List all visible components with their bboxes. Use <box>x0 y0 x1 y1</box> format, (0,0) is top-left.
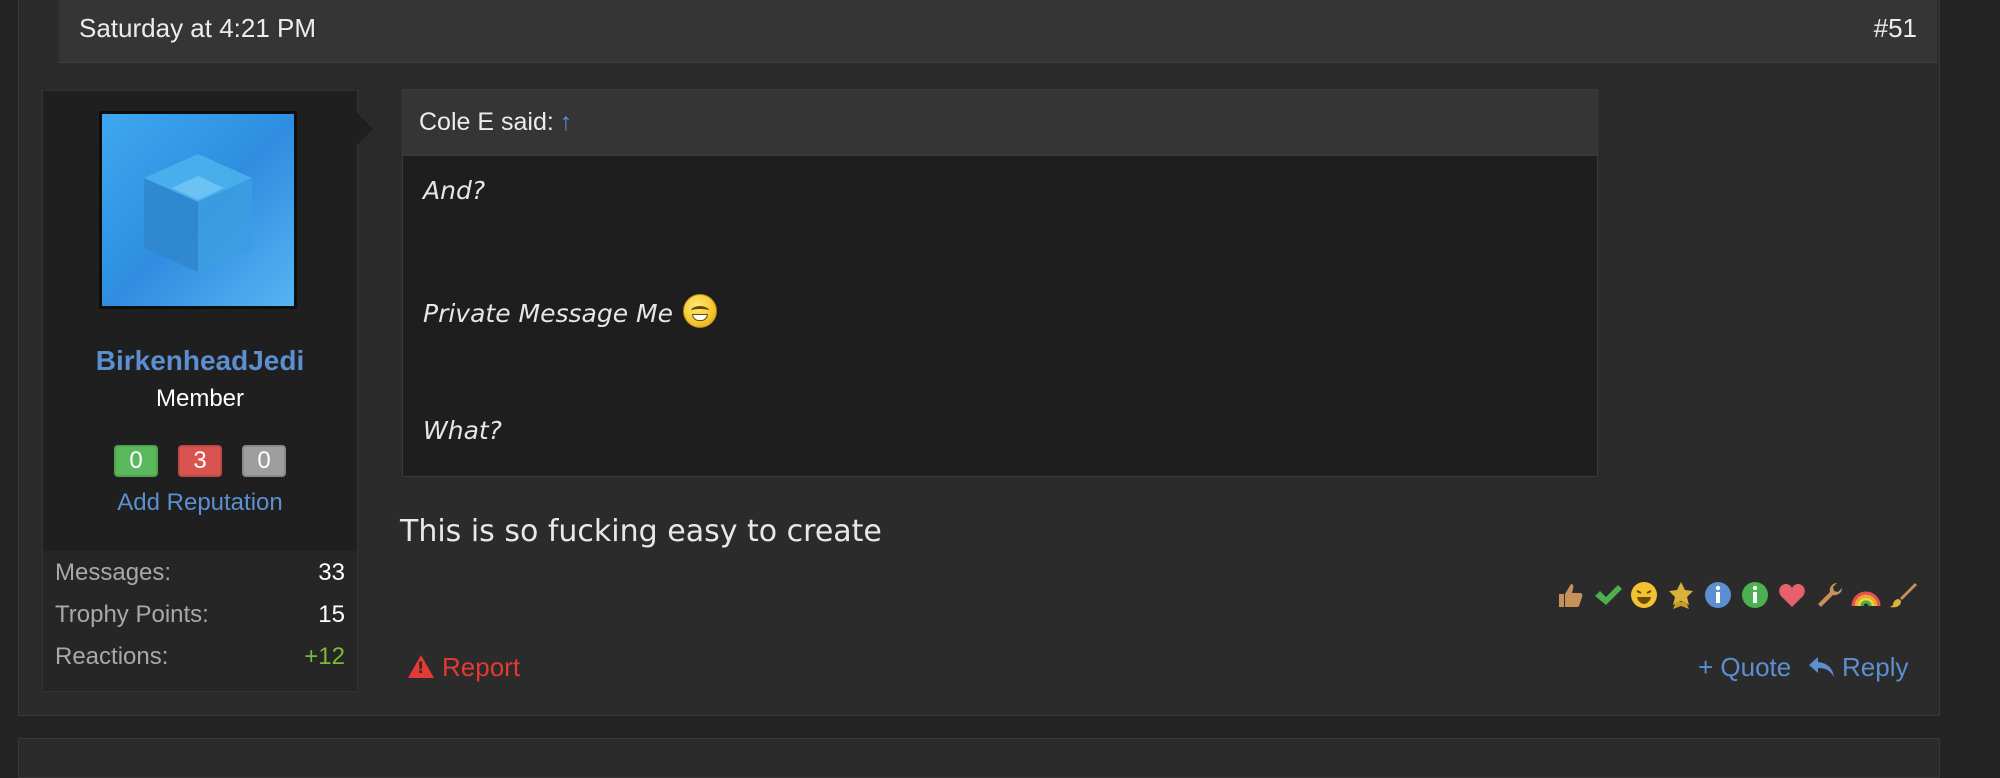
add-reputation-link[interactable]: Add Reputation <box>43 489 357 517</box>
report-label: Report <box>442 652 521 682</box>
stat-value: +12 <box>304 643 345 670</box>
reputation-neutral: 0 <box>242 445 286 477</box>
stat-label: Messages: <box>55 559 172 586</box>
post-message-body: This is so fucking easy to create <box>400 514 882 549</box>
laugh-icon[interactable] <box>1629 580 1659 610</box>
stat-label: Trophy Points: <box>55 601 209 628</box>
rainbow-icon[interactable] <box>1851 580 1881 610</box>
avatar[interactable] <box>99 111 297 309</box>
stat-messages: Messages: 33 <box>43 551 357 593</box>
reply-label: Reply <box>1842 652 1909 682</box>
reputation-negative: 3 <box>178 445 222 477</box>
report-button[interactable]: Report <box>408 652 520 683</box>
warning-icon <box>408 655 434 678</box>
user-stats: Messages: 33 Trophy Points: 15 Reactions… <box>43 551 357 677</box>
username[interactable]: BirkenheadJedi <box>43 345 357 377</box>
user-profile-block: BirkenheadJedi Member 0 3 0 Add Reputati… <box>43 91 357 551</box>
stat-reactions: Reactions: +12 <box>43 635 357 677</box>
panel-pointer <box>357 113 373 145</box>
quote-header: Cole E said: ↑ <box>403 90 1597 156</box>
quote-line: Private Message Me <box>423 294 718 328</box>
stat-value[interactable]: 33 <box>318 559 345 587</box>
jump-to-quote-icon[interactable]: ↑ <box>560 108 573 136</box>
checkmark-icon[interactable] <box>1592 580 1622 610</box>
user-title: Member <box>155 385 245 412</box>
post-date[interactable]: Saturday at 4:21 PM <box>79 13 316 44</box>
quote-button[interactable]: + Quote <box>1698 652 1791 683</box>
post-permalink-number[interactable]: #51 <box>1874 13 1917 44</box>
post-header: Saturday at 4:21 PM #51 <box>59 0 1937 63</box>
quote-author: Cole E said: ↑ <box>419 108 572 137</box>
info-blue-icon[interactable] <box>1703 580 1733 610</box>
quote-block: Cole E said: ↑ And? Private Message Me Wh… <box>402 89 1598 477</box>
reaction-bar <box>1548 580 1918 614</box>
reply-button[interactable]: Reply <box>1808 652 1908 683</box>
smiley-icon <box>683 294 718 328</box>
heart-icon[interactable] <box>1777 580 1807 610</box>
award-icon[interactable] <box>1666 580 1696 610</box>
thumbs-up-icon[interactable] <box>1555 580 1585 610</box>
reputation-positive: 0 <box>114 445 158 477</box>
quote-line: And? <box>423 176 486 205</box>
avatar-cube-icon <box>144 154 252 272</box>
stat-trophy-points: Trophy Points: 15 <box>43 593 357 635</box>
quote-author-text: Cole E said: <box>419 108 554 136</box>
quote-line: What? <box>423 416 502 445</box>
stat-value[interactable]: 15 <box>318 601 345 629</box>
quote-line-text: Private Message Me <box>423 299 674 328</box>
wrench-icon[interactable] <box>1814 580 1844 610</box>
info-green-icon[interactable] <box>1740 580 1770 610</box>
stat-label: Reactions: <box>55 643 169 670</box>
brush-icon[interactable] <box>1888 580 1918 610</box>
reputation-row: 0 3 0 <box>43 445 357 477</box>
reply-icon <box>1808 653 1836 683</box>
user-info-panel: BirkenheadJedi Member 0 3 0 Add Reputati… <box>42 90 373 692</box>
next-post-container <box>18 738 1940 778</box>
